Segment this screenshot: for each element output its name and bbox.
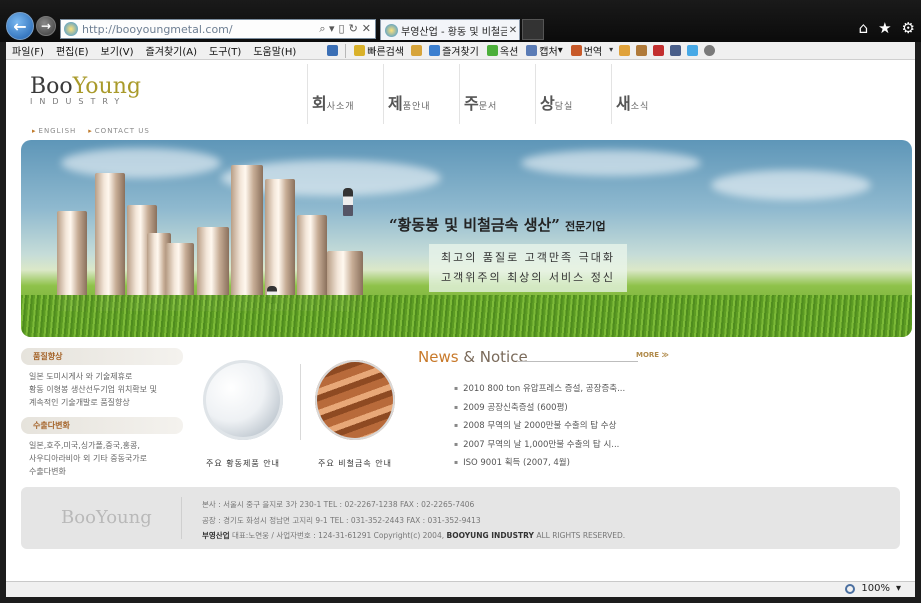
quick-search-icon <box>354 45 366 56</box>
site-logo[interactable]: BooYoung INDUSTRY <box>30 74 141 106</box>
favorites-star-icon[interactable]: ★ <box>878 20 891 36</box>
address-url[interactable]: http://booyoungmetal.com/ <box>82 23 319 36</box>
site-footer: BooYoung 본사 : 서울시 중구 을지로 3가 230-1 TEL : … <box>21 487 900 549</box>
nav-company[interactable]: 회사소개 <box>306 64 382 124</box>
quick-search-button[interactable]: 빠른검색 <box>350 43 408 58</box>
nav-consult[interactable]: 상담실 <box>534 64 610 124</box>
address-bar[interactable]: http://booyoungmetal.com/ ⌕ ▾ ▯ ↻ ✕ <box>60 19 376 39</box>
zoom-dropdown-icon[interactable]: ▾ <box>896 583 901 594</box>
news-notice: News & Notice MORE ≫ 2010 800 ton 유압프레스 … <box>418 348 718 473</box>
grass-field <box>21 295 912 337</box>
menu-bar: 파일(F) 편집(E) 보기(V) 즐겨찾기(A) 도구(T) 도움말(H) 빠… <box>6 42 915 60</box>
nav-products[interactable]: 제품안내 <box>382 64 458 124</box>
sidebar-text-quality: 일본 도미시게사 와 기술제휴로 황동 이형봉 생산선두기업 위치확보 및 계속… <box>29 372 157 407</box>
menu-tools[interactable]: 도구(T) <box>203 43 247 58</box>
auction-button[interactable]: 옥션 <box>483 43 522 58</box>
translate-button[interactable]: 번역 <box>567 43 606 58</box>
menu-favorites[interactable]: 즐겨찾기(A) <box>140 43 203 58</box>
search-dropdown-icon[interactable]: ⌕ ▾ <box>319 22 334 36</box>
forward-arrow-icon[interactable]: → <box>36 16 56 36</box>
person-figure <box>343 188 353 216</box>
footer-logo: BooYoung <box>61 507 152 528</box>
left-sidebar: 품질향상 일본 도미시게사 와 기술제휴로 황동 이형봉 생산선두기업 위치확보… <box>21 348 183 486</box>
ie-page-icon <box>64 22 78 36</box>
key-icon[interactable] <box>411 45 423 56</box>
contact-us-link[interactable]: CONTACT US <box>88 127 150 135</box>
stop-icon[interactable]: ✕ <box>362 22 371 36</box>
zoom-icon <box>845 583 856 594</box>
refresh-icon[interactable]: ↻ <box>349 22 358 36</box>
site-header: BooYoung INDUSTRY 회사소개 제품안내 주문서 상담실 새소식 … <box>6 60 915 140</box>
news-item[interactable]: 2009 공장신축증설 (600평) <box>454 399 718 418</box>
auction-icon <box>486 45 498 56</box>
ie-tab-icon <box>385 23 398 37</box>
tab-close-icon[interactable]: ✕ <box>507 25 519 36</box>
save-disk-icon[interactable] <box>670 45 682 56</box>
browser-tab-active[interactable]: 부영산업 - 황동 및 비철금... ✕ <box>380 19 520 40</box>
search-engine-icon[interactable] <box>327 45 339 56</box>
news-item[interactable]: 2007 무역의 날 1,000만불 수출의 탑 시... <box>454 436 718 455</box>
new-tab-button[interactable] <box>522 19 544 40</box>
sidebar-heading-export: 수출다변화 <box>21 417 183 434</box>
nav-order[interactable]: 주문서 <box>458 64 534 124</box>
browser-titlebar: ← → http://booyoungmetal.com/ ⌕ ▾ ▯ ↻ ✕ … <box>0 0 921 42</box>
nav-news[interactable]: 새소식 <box>610 64 686 124</box>
menu-edit[interactable]: 편집(E) <box>50 43 95 58</box>
tab-title: 부영산업 - 황동 및 비철금... <box>401 26 507 38</box>
nonferrous-products-link[interactable]: 주요 비철금속 안내 <box>310 360 400 469</box>
menu-view[interactable]: 보기(V) <box>95 43 140 58</box>
copper-rods-image <box>315 360 395 440</box>
menu-file[interactable]: 파일(F) <box>6 43 50 58</box>
hero-tagline: 최고의 품질로 고객만족 극대화 고객위주의 최상의 서비스 정신 <box>429 244 627 292</box>
gear-icon[interactable]: ⚙ <box>902 20 915 36</box>
english-link[interactable]: ENGLISH <box>32 127 76 135</box>
zoom-control[interactable]: 100% ▾ <box>845 583 901 594</box>
main-nav: 회사소개 제품안내 주문서 상담실 새소식 <box>306 64 686 124</box>
capture-button[interactable]: 캡처 ▾ <box>522 43 566 58</box>
broom-icon[interactable] <box>636 45 648 56</box>
hero-headline: “황동봉 및 비철금속 생산” 전문기업 <box>389 216 606 234</box>
globe-icon[interactable] <box>704 45 716 56</box>
brass-fittings-image <box>203 360 283 440</box>
compat-view-icon[interactable]: ▯ <box>339 22 345 36</box>
back-arrow-icon[interactable]: ← <box>6 12 34 40</box>
translate-icon <box>570 45 582 56</box>
product-shortcuts: 주요 황동제품 안내 주요 비철금속 안내 <box>198 360 408 478</box>
capture-icon <box>526 45 538 56</box>
favorites-button[interactable]: 즐겨찾기 <box>425 43 483 58</box>
dropdown-icon[interactable]: ▾ <box>609 45 613 56</box>
news-item[interactable]: 2010 800 ton 유압프레스 증설, 공장증축... <box>454 380 718 399</box>
sidebar-heading-quality: 품질향상 <box>21 348 183 365</box>
brass-products-link[interactable]: 주요 황동제품 안내 <box>198 360 288 469</box>
note-icon[interactable] <box>619 45 631 56</box>
menu-help[interactable]: 도움말(H) <box>247 43 302 58</box>
favorites-star-small-icon <box>429 45 441 56</box>
book-icon[interactable] <box>653 45 665 56</box>
page-viewport: BooYoung INDUSTRY 회사소개 제품안내 주문서 상담실 새소식 … <box>6 60 915 581</box>
news-item[interactable]: ISO 9001 획득 (2007, 4월) <box>454 454 718 473</box>
status-bar: 100% ▾ <box>6 581 915 597</box>
news-title: News & Notice <box>418 348 528 366</box>
hero-banner: “황동봉 및 비철금속 생산” 전문기업 최고의 품질로 고객만족 극대화 고객… <box>21 140 912 337</box>
footer-info: 본사 : 서울시 중구 을지로 3가 230-1 TEL : 02-2267-1… <box>202 500 626 540</box>
sidebar-text-export: 일본,호주,미국,싱가폴,중국,홍콩, 사우디아라비아 외 기타 중동국가로 수… <box>29 441 148 476</box>
twitter-icon[interactable] <box>687 45 699 56</box>
news-item[interactable]: 2008 무역의 날 2000만불 수출의 탑 수상 <box>454 417 718 436</box>
home-icon[interactable]: ⌂ <box>859 20 869 36</box>
news-more-link[interactable]: MORE ≫ <box>636 351 669 359</box>
